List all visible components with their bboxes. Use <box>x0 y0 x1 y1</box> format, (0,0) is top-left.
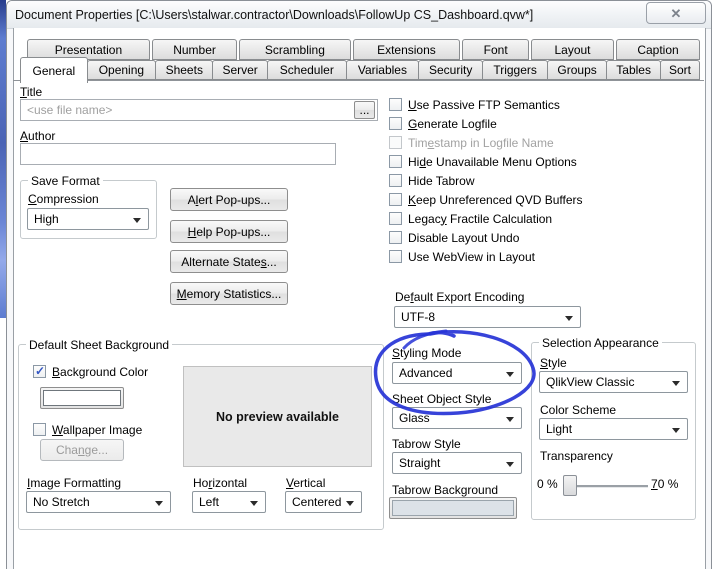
use-webview-checkbox[interactable] <box>389 250 402 263</box>
tab-sheets[interactable]: Sheets <box>155 60 214 80</box>
option-hide-unavailable-menu: Hide Unavailable Menu Options <box>389 154 577 169</box>
chevron-down-icon <box>133 218 141 223</box>
transparency-max-label: 70 % <box>651 477 679 491</box>
chevron-down-icon <box>250 501 258 506</box>
vertical-label: Vertical <box>286 476 326 490</box>
option-use-webview: Use WebView in Layout <box>389 249 535 264</box>
option-background-color: Background Color <box>33 364 148 379</box>
vertical-select[interactable]: Centered <box>285 491 362 513</box>
transparency-min-label: 0 % <box>537 477 558 491</box>
tab-sort[interactable]: Sort <box>659 60 700 80</box>
color-swatch <box>43 390 121 406</box>
dialog-titlebar[interactable]: Document Properties [C:\Users\stalwar.co… <box>7 1 711 29</box>
close-icon: ✕ <box>670 5 682 21</box>
chevron-down-icon <box>672 381 680 386</box>
tabrow-color-swatch <box>392 500 514 516</box>
close-button[interactable]: ✕ <box>646 2 706 24</box>
chevron-down-icon <box>672 428 680 433</box>
generate-logfile-checkbox[interactable] <box>389 117 402 130</box>
image-formatting-select[interactable]: No Stretch <box>26 491 171 513</box>
color-scheme-select[interactable]: Light <box>539 418 688 440</box>
option-disable-layout-undo: Disable Layout Undo <box>389 230 519 245</box>
transparency-slider-track[interactable] <box>565 485 648 488</box>
author-label: Author <box>20 129 56 143</box>
hide-tabrow-checkbox[interactable] <box>389 174 402 187</box>
chevron-down-icon <box>506 372 514 377</box>
legacy-fractile-checkbox[interactable] <box>389 212 402 225</box>
chevron-down-icon <box>346 501 354 506</box>
dialog-title: Document Properties [C:\Users\stalwar.co… <box>15 8 534 22</box>
disable-layout-undo-checkbox[interactable] <box>389 231 402 244</box>
tab-strip-row2: General Opening Sheets Server Scheduler … <box>20 57 700 83</box>
compression-label: Compression <box>28 192 99 206</box>
compression-select[interactable]: High <box>27 208 149 230</box>
title-input[interactable] <box>20 99 378 121</box>
option-generate-logfile: Generate Logfile <box>389 116 497 131</box>
use-passive-ftp-checkbox[interactable] <box>389 98 402 111</box>
chevron-down-icon <box>155 501 163 506</box>
tab-security[interactable]: Security <box>417 60 484 80</box>
export-encoding-label: Default Export Encoding <box>395 290 525 304</box>
styling-mode-select[interactable]: Advanced <box>392 362 522 384</box>
author-input[interactable] <box>20 143 336 165</box>
horizontal-select[interactable]: Left <box>192 491 266 513</box>
tab-server[interactable]: Server <box>212 60 268 80</box>
tab-tables[interactable]: Tables <box>606 60 661 80</box>
option-use-passive-ftp: Use Passive FTP Semantics <box>389 97 560 112</box>
background-preview: No preview available <box>183 366 372 467</box>
transparency-label: Transparency <box>540 449 613 463</box>
timestamp-logfile-checkbox <box>389 136 402 149</box>
image-formatting-label: Image Formatting <box>27 476 122 490</box>
background-color-checkbox[interactable] <box>33 364 46 378</box>
selection-style-label: Style <box>540 356 567 370</box>
tab-groups[interactable]: Groups <box>546 60 608 80</box>
option-hide-tabrow: Hide Tabrow <box>389 173 474 188</box>
selection-style-select[interactable]: QlikView Classic <box>539 371 688 393</box>
tab-variables[interactable]: Variables <box>345 60 419 80</box>
title-browse-button[interactable]: ... <box>354 101 375 119</box>
background-color-swatch-button[interactable] <box>40 387 124 409</box>
chevron-down-icon <box>565 316 573 321</box>
chevron-down-icon <box>506 417 514 422</box>
ellipsis-icon: ... <box>359 103 370 117</box>
wallpaper-image-checkbox[interactable] <box>33 423 46 436</box>
styling-mode-label: Styling Mode <box>392 346 462 360</box>
tabrow-background-swatch-button[interactable] <box>389 497 517 519</box>
alert-popups-button[interactable]: Alert Pop-ups... <box>170 188 288 211</box>
help-popups-button[interactable]: Help Pop-ups... <box>170 220 288 243</box>
option-legacy-fractile: Legacy Fractile Calculation <box>389 211 552 226</box>
horizontal-label: Horizontal <box>193 476 248 490</box>
chevron-down-icon <box>506 462 514 467</box>
alternate-states-button[interactable]: Alternate States... <box>170 250 288 273</box>
sheet-object-style-select[interactable]: Glass <box>392 407 522 429</box>
title-label: Title <box>20 85 43 99</box>
selection-appearance-group-label: Selection Appearance <box>539 336 662 350</box>
option-keep-qvd-buffers: Keep Unreferenced QVD Buffers <box>389 192 583 207</box>
tab-scheduler[interactable]: Scheduler <box>266 60 347 80</box>
tabrow-style-select[interactable]: Straight <box>392 452 522 474</box>
export-encoding-select[interactable]: UTF-8 <box>394 306 581 328</box>
hide-unavailable-menu-checkbox[interactable] <box>389 155 402 168</box>
option-wallpaper-image: Wallpaper Image <box>33 422 142 437</box>
sheet-background-group-label: Default Sheet Background <box>26 338 173 352</box>
transparency-slider-thumb[interactable] <box>563 475 577 496</box>
memory-statistics-button[interactable]: Memory Statistics... <box>170 282 288 305</box>
keep-qvd-buffers-checkbox[interactable] <box>389 193 402 206</box>
tab-opening[interactable]: Opening <box>86 60 157 80</box>
tab-general[interactable]: General <box>20 57 88 83</box>
tabrow-background-label: Tabrow Background <box>392 483 499 497</box>
save-format-group-label: Save Format <box>28 174 103 188</box>
color-scheme-label: Color Scheme <box>540 403 617 417</box>
sheet-object-style-label: Sheet Object Style <box>392 392 492 406</box>
change-wallpaper-button: Change... <box>40 439 124 461</box>
tab-triggers[interactable]: Triggers <box>482 60 548 80</box>
option-timestamp-logfile: Timestamp in Logfile Name <box>389 135 554 150</box>
tabrow-style-label: Tabrow Style <box>392 437 461 451</box>
